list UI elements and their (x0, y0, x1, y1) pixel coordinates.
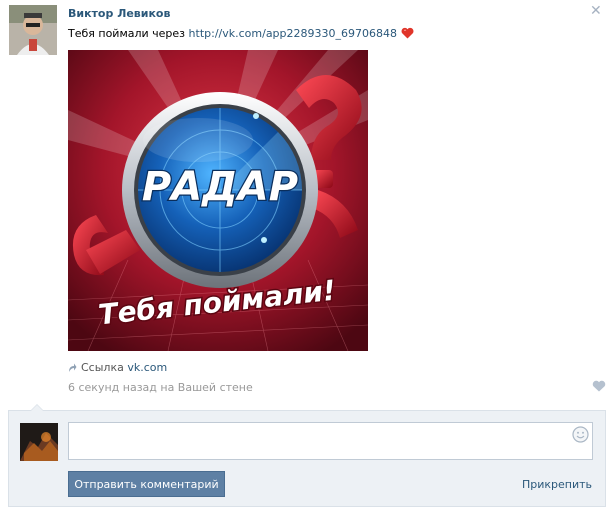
comment-input[interactable] (68, 422, 593, 460)
author-name[interactable]: Виктор Левиков (68, 7, 170, 20)
radar-logo-text: РАДАР (142, 164, 298, 210)
smile-icon[interactable] (572, 426, 589, 446)
post-image[interactable]: РАДАР Тебя поймали! (68, 50, 368, 351)
close-icon[interactable]: ✕ (590, 4, 602, 18)
author-avatar[interactable] (9, 5, 57, 55)
source-link[interactable]: Ссылка vk.com (68, 361, 167, 376)
source-label: Ссылка (81, 361, 128, 374)
heart-icon (401, 27, 414, 42)
post-timestamp[interactable]: 6 секунд назад на Вашей стене (68, 381, 253, 394)
attach-link[interactable]: Прикрепить (522, 478, 592, 491)
comment-box-pointer-fill (31, 405, 43, 411)
share-arrow-icon (68, 362, 77, 376)
send-comment-button[interactable]: Отправить комментарий (68, 471, 225, 497)
post-text-prefix: Тебя поймали через (68, 27, 189, 40)
commenter-avatar[interactable] (20, 423, 58, 461)
source-domain[interactable]: vk.com (127, 361, 167, 374)
post-app-link[interactable]: http://vk.com/app2289330_69706848 (189, 27, 397, 40)
like-heart-icon[interactable] (592, 380, 606, 395)
post-text: Тебя поймали через http://vk.com/app2289… (68, 27, 414, 42)
